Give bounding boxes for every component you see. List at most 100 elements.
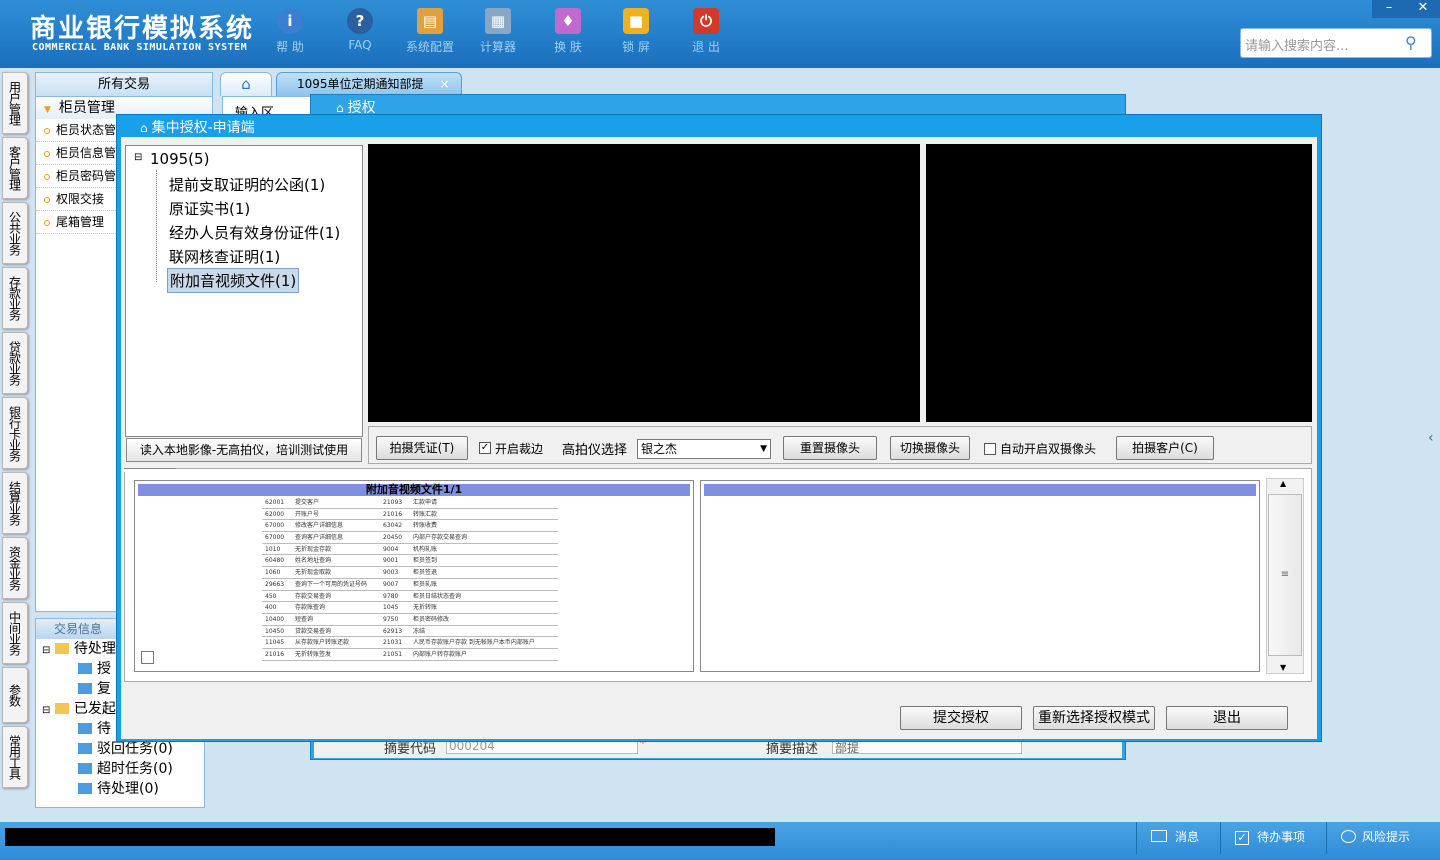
exit-dialog-button[interactable]: 退出 xyxy=(1166,706,1288,730)
document-cell: 柜员密码修改 xyxy=(413,615,450,623)
sidebar-item-label: 权限交接 xyxy=(56,192,105,206)
tree-node-to-process[interactable]: 待处理(0) xyxy=(36,779,204,799)
nav-tab-customer-mgmt[interactable]: 客户管理 xyxy=(2,137,28,199)
dialog-title: ⌂ 集中授权-申请端 xyxy=(140,117,255,137)
bullet-icon xyxy=(44,197,50,203)
thumbnail-title-bar xyxy=(704,484,1256,496)
nav-tab-user-mgmt[interactable]: 用户管理 xyxy=(2,72,28,134)
tab-transaction-label: 1095单位定期通知部提 xyxy=(297,77,424,91)
tree-item-letter[interactable]: 提前支取证明的公函(1) xyxy=(169,174,325,195)
tab-transaction[interactable]: 1095单位定期通知部提 × xyxy=(276,72,462,96)
nav-tab-params[interactable]: 参数 xyxy=(2,667,28,723)
camera-preview-main xyxy=(368,144,920,422)
todo-button[interactable]: ✓ 待办事项 xyxy=(1220,822,1326,854)
nav-tab-settlement-biz[interactable]: 结算业务 xyxy=(2,472,28,534)
document-cell: 内部账户转存款账户 xyxy=(413,650,468,658)
document-cell: 67000 xyxy=(265,522,285,530)
close-icon[interactable]: ✕ xyxy=(1406,0,1440,15)
collapse-icon[interactable]: ⊟ xyxy=(42,705,50,716)
bullet-icon xyxy=(44,220,50,226)
message-button[interactable]: 消息 xyxy=(1136,822,1230,854)
home-icon: ⌂ xyxy=(241,75,251,93)
capture-voucher-button[interactable]: 拍摄凭证(T) xyxy=(376,436,468,460)
scrollbar-thumb[interactable]: ≡ xyxy=(1268,494,1302,656)
lock-button[interactable]: ■ 锁 屏 xyxy=(606,8,666,55)
document-cell: 450 xyxy=(265,592,277,600)
crop-checkbox[interactable]: ✓ xyxy=(479,442,491,454)
tree-item-network-check[interactable]: 联网核查证明(1) xyxy=(169,246,280,267)
document-cell: 内部户存款交易查询 xyxy=(413,534,468,542)
tab-home[interactable]: ⌂ xyxy=(220,72,272,96)
document-row: 67000 查询客户详细信息 20450 内部户存款交易查询 xyxy=(262,532,558,544)
document-cell: 62000 xyxy=(265,510,285,518)
chevron-left-icon[interactable]: ‹ xyxy=(1428,430,1434,446)
document-icon xyxy=(78,683,92,694)
document-cell: 存款账查询 xyxy=(295,604,326,612)
auto-dual-camera-label: 自动开启双摄像头 xyxy=(1000,442,1097,456)
tree-node-label: 待处理(0) xyxy=(97,781,159,797)
tree-node-rejected[interactable]: 驳回任务(0) xyxy=(36,739,204,759)
minimize-icon[interactable]: – xyxy=(1372,0,1406,15)
submit-auth-button[interactable]: 提交授权 xyxy=(900,706,1022,730)
risk-button[interactable]: 风险提示 xyxy=(1326,822,1440,854)
tree-item-id-document[interactable]: 经办人员有效身份证件(1) xyxy=(169,222,340,243)
collapse-icon[interactable]: ⊟ xyxy=(42,645,50,656)
document-cell: 400 xyxy=(265,604,277,612)
thumbnail-select-checkbox[interactable] xyxy=(141,651,154,664)
nav-tab-card-biz[interactable]: 银行卡业务 xyxy=(2,397,28,469)
document-row: 10450 贷款交易查询 62913 冻结 xyxy=(262,626,558,638)
tab-close-icon[interactable]: × xyxy=(440,77,450,91)
document-cell: 柜员日结状态查询 xyxy=(413,592,462,600)
document-cell: 提交客户 xyxy=(295,499,320,506)
document-cell: 63042 xyxy=(383,522,403,530)
help-icon: i xyxy=(277,8,303,34)
scanner-label: 高拍仪选择 xyxy=(562,443,628,458)
tree-item-av-file[interactable]: 附加音视频文件(1) xyxy=(167,268,300,293)
document-cell: 21093 xyxy=(383,499,403,506)
tree-node-label: 超时任务(0) xyxy=(97,761,173,777)
scroll-up-icon[interactable]: ▲ xyxy=(1280,479,1286,488)
nav-tab-public-biz[interactable]: 公共业务 xyxy=(2,202,28,264)
document-cell: 人民币存款账户存款 到无帐账户本币内部账户 xyxy=(413,639,535,647)
exit-app-button[interactable]: ⏻ 退 出 xyxy=(676,8,736,55)
document-cell: 21031 xyxy=(383,639,403,647)
sidebar-item-label: 柜员状态管 xyxy=(56,123,117,137)
message-label: 消息 xyxy=(1175,830,1200,844)
nav-tab-loan-biz[interactable]: 贷款业务 xyxy=(2,332,28,394)
document-cell: 1060 xyxy=(265,569,281,577)
document-cell: 10400 xyxy=(265,615,285,623)
switch-camera-button[interactable]: 切换摄像头 xyxy=(890,436,970,460)
tree-root[interactable]: 1095(5) xyxy=(150,150,209,168)
tree-node-label: 复 xyxy=(97,681,111,697)
scanner-select[interactable]: 银之杰 ▼ xyxy=(637,439,771,459)
reset-camera-button[interactable]: 重置摄像头 xyxy=(783,436,877,460)
capture-customer-button[interactable]: 拍摄客户(C) xyxy=(1116,436,1214,460)
help-button[interactable]: i 帮 助 xyxy=(260,8,320,55)
document-cell: 从存款账户转账还款 xyxy=(295,639,350,647)
nav-tab-tools[interactable]: 常用工具 xyxy=(2,726,28,788)
read-local-image-button[interactable]: 读入本地影像-无高拍仪，培训测试使用 xyxy=(126,438,362,462)
nav-tab-intermediate-biz[interactable]: 中间业务 xyxy=(2,602,28,664)
scroll-down-icon[interactable]: ▼ xyxy=(1280,663,1286,672)
tree-item-original-cert[interactable]: 原证实书(1) xyxy=(169,198,250,219)
calculator-button[interactable]: ▦ 计算器 xyxy=(468,8,528,55)
document-cell: 20450 xyxy=(383,534,403,542)
search-icon[interactable]: ⚲ xyxy=(1405,33,1425,53)
faq-button[interactable]: ? FAQ xyxy=(330,8,390,52)
faq-label: FAQ xyxy=(348,38,372,52)
document-row: 1060 无折现金取款 9003 柜员签退 xyxy=(262,567,558,579)
collapse-icon[interactable]: ⊟ xyxy=(134,152,142,163)
search-input[interactable]: 请输入搜索内容... ⚲ xyxy=(1240,28,1432,58)
system-config-button[interactable]: ▤ 系统配置 xyxy=(400,8,460,55)
document-cell: 21051 xyxy=(383,650,403,658)
skin-button[interactable]: ♦ 换 肤 xyxy=(538,8,598,55)
thumbnail-document-image: 62001 提交客户 21093 汇款申请 62000 开账户号 21016 转账汇款 6700… xyxy=(262,497,558,663)
tree-node-timeout[interactable]: 超时任务(0) xyxy=(36,759,204,779)
nav-tab-fund-biz[interactable]: 资金业务 xyxy=(2,537,28,599)
document-cell: 10450 xyxy=(265,627,285,635)
nav-tab-deposit-biz[interactable]: 存款业务 xyxy=(2,267,28,329)
window-controls: – ✕ xyxy=(1372,0,1440,18)
reselect-mode-button[interactable]: 重新选择授权模式 xyxy=(1033,706,1155,730)
document-cell: 21016 xyxy=(383,510,403,518)
auto-dual-camera-checkbox[interactable] xyxy=(984,443,996,455)
